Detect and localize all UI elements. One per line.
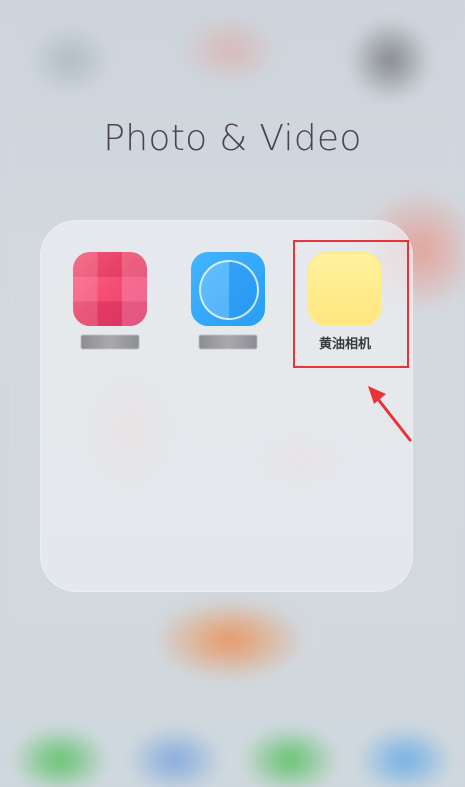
annotation-arrow-icon	[368, 386, 412, 442]
app-label-blurred	[81, 335, 139, 349]
circle-glyph	[199, 260, 259, 320]
blue-circle-app-icon[interactable]	[191, 252, 265, 326]
mosaic-pattern	[73, 252, 147, 326]
annotation-highlight-box	[293, 240, 409, 368]
app-blue[interactable]	[190, 252, 266, 349]
folder-title[interactable]: Photo & Video	[0, 118, 465, 159]
app-label-blurred	[199, 335, 257, 349]
pink-mosaic-app-icon[interactable]	[73, 252, 147, 326]
app-pink[interactable]	[72, 252, 148, 349]
